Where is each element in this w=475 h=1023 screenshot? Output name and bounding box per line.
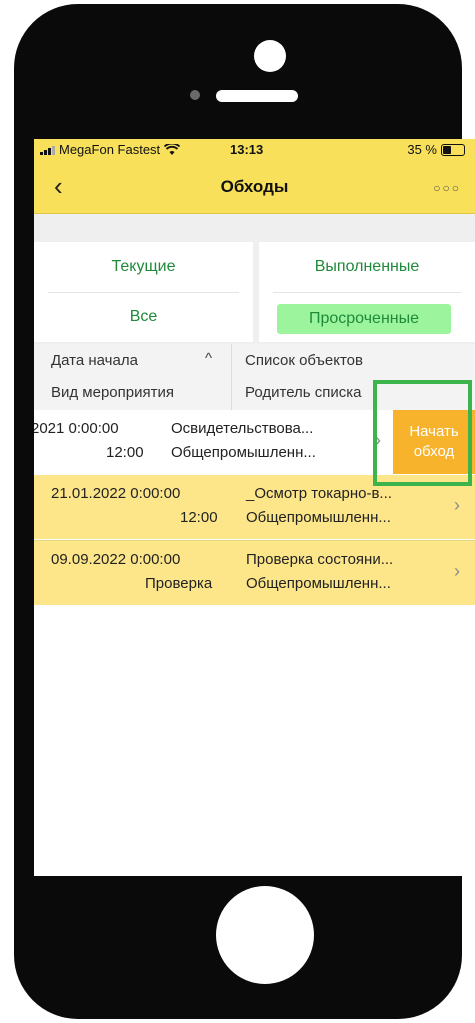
column-start-date[interactable]: Дата начала — [51, 352, 138, 369]
divider — [48, 292, 239, 293]
row-objects: Освидетельствова... — [171, 420, 314, 437]
navigation-bar: ‹ Обходы ○○○ — [34, 161, 475, 214]
row-parent: Общепромышленн... — [246, 575, 391, 592]
highlight-annotation — [373, 380, 472, 486]
row-event-type: 12:00 — [106, 444, 144, 461]
row-start-date: 09.09.2022 0:00:00 — [51, 551, 181, 568]
row-objects: _Осмотр токарно-в... — [246, 485, 392, 502]
row-start-date: 21.01.2022 0:00:00 — [51, 485, 181, 502]
column-event-type[interactable]: Вид мероприятия — [51, 384, 174, 401]
row-parent: Общепромышленн... — [246, 509, 391, 526]
row-start-date: 2021 0:00:00 — [34, 420, 119, 437]
battery-percent: 35 % — [407, 142, 437, 157]
filter-overdue-button[interactable]: Просроченные — [277, 304, 451, 334]
chevron-right-icon: › — [454, 561, 460, 581]
battery-icon — [441, 143, 465, 156]
row-parent: Общепромышленн... — [171, 444, 316, 461]
table-row[interactable]: 09.09.2022 0:00:00 Проверка Проверка сос… — [34, 541, 475, 605]
app-screen: MegaFon Fastest 13:13 35 % ‹ Обходы ○○○ … — [34, 139, 475, 876]
column-divider — [231, 344, 232, 410]
status-bar: MegaFon Fastest 13:13 35 % — [34, 139, 475, 161]
chevron-up-icon[interactable]: ^ — [205, 350, 212, 367]
sensor-icon — [190, 90, 200, 100]
column-list-parent[interactable]: Родитель списка — [245, 384, 362, 401]
carrier-name: MegaFon Fastest — [59, 142, 161, 157]
row-event-type: Проверка — [145, 575, 213, 592]
filter-completed-button[interactable]: Выполненные — [259, 258, 475, 276]
status-time: 13:13 — [230, 142, 264, 157]
camera-icon — [254, 40, 286, 72]
home-button[interactable] — [216, 886, 314, 984]
signal-icon — [40, 145, 55, 155]
filter-panel-right: Выполненные Просроченные — [259, 242, 475, 342]
wifi-icon — [164, 143, 181, 155]
filter-current-button[interactable]: Текущие — [34, 258, 253, 276]
speaker-grille — [216, 90, 298, 102]
filter-all-button[interactable]: Все — [34, 308, 253, 326]
ellipsis-icon[interactable]: ○○○ — [433, 181, 461, 195]
divider — [273, 292, 461, 293]
filter-panel-left: Текущие Все — [34, 242, 253, 342]
chevron-right-icon: › — [454, 495, 460, 515]
row-event-type: 12:00 — [180, 509, 218, 526]
row-objects: Проверка состояни... — [246, 551, 394, 568]
column-objects-list[interactable]: Список объектов — [245, 352, 363, 369]
filter-area: Текущие Все Выполненные Просроченные — [34, 214, 475, 344]
page-title: Обходы — [220, 177, 289, 196]
